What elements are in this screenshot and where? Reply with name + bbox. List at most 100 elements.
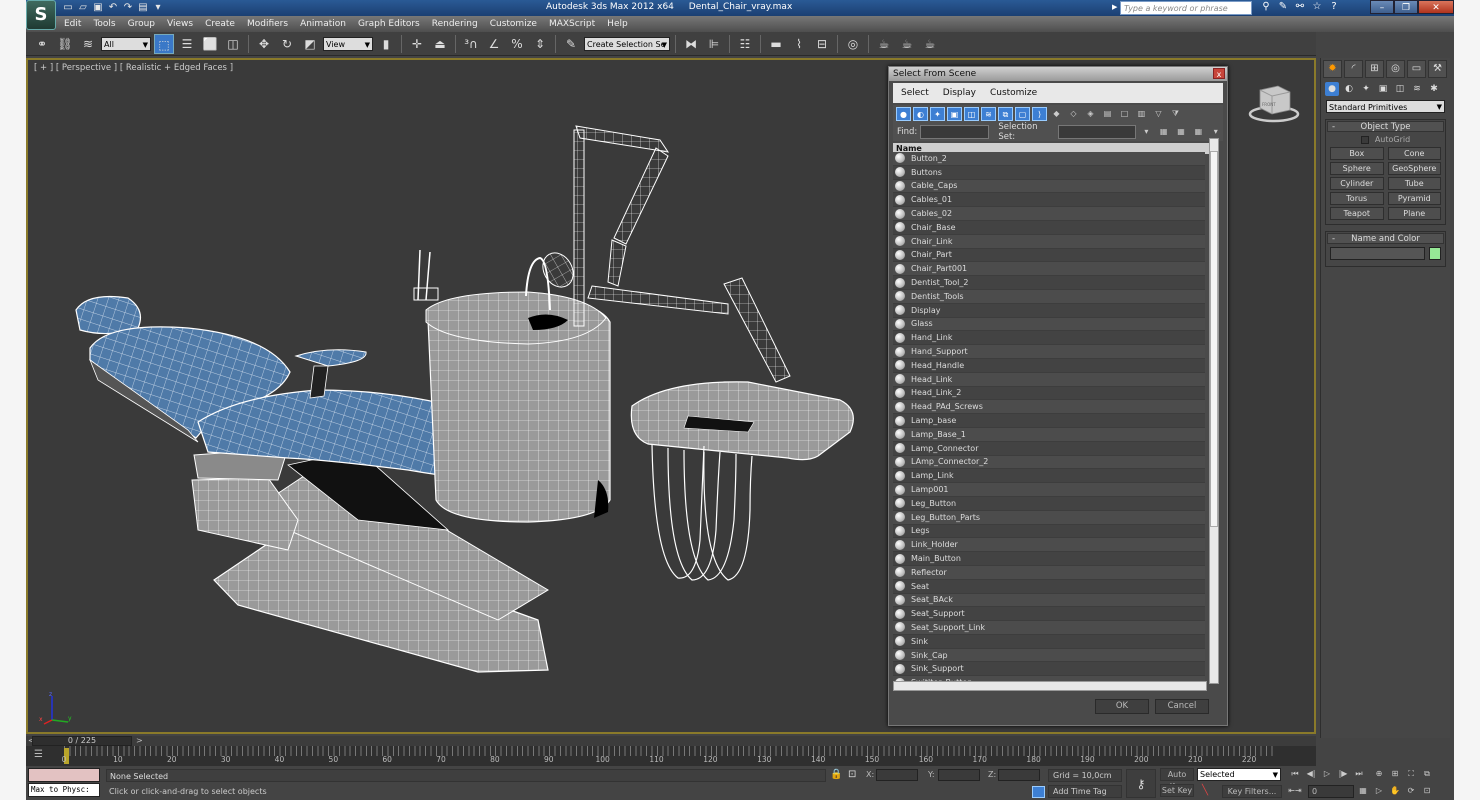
object-list-row[interactable]: Chair_Part <box>893 248 1205 263</box>
add-time-tag-button[interactable]: Add Time Tag <box>1048 785 1122 798</box>
link-icon[interactable]: ⚭ <box>32 34 52 54</box>
key-mode-dropdown[interactable]: Selected <box>1197 768 1281 781</box>
menu-tools[interactable]: Tools <box>93 19 115 29</box>
x-coordinate-field[interactable] <box>876 769 918 781</box>
app-menu-button[interactable]: S <box>26 0 56 30</box>
object-list-row[interactable]: Seat_Support_Link <box>893 621 1205 635</box>
object-list-row[interactable]: Cables_01 <box>893 193 1205 208</box>
geometry-icon[interactable]: ● <box>1325 82 1339 96</box>
object-list-row[interactable]: Dentist_Tools <box>893 289 1205 304</box>
hierarchy-tab-icon[interactable]: ⊞ <box>1365 60 1384 78</box>
object-list-row[interactable]: Legs <box>893 524 1205 539</box>
spacewarps-icon[interactable]: ≋ <box>1410 82 1424 96</box>
groups-filter-icon[interactable]: ⧉ <box>998 107 1013 121</box>
dialog-menu-customize[interactable]: Customize <box>990 88 1037 98</box>
redo-icon[interactable]: ↷ <box>122 2 134 14</box>
object-list-row[interactable]: Lamp001 <box>893 483 1205 497</box>
object-list-row[interactable]: Sink <box>893 634 1205 649</box>
object-list-row[interactable]: Cables_02 <box>893 207 1205 221</box>
search-expand-icon[interactable]: ▶ <box>1112 3 1118 13</box>
close-button[interactable]: ✕ <box>1418 0 1454 14</box>
dialog-close-button[interactable]: x <box>1213 68 1225 79</box>
zoom-extents-icon[interactable]: ⛶ <box>1404 769 1418 779</box>
autogrid-checkbox[interactable] <box>1360 135 1369 144</box>
menu-views[interactable]: Views <box>167 19 193 29</box>
rectangular-selection-icon[interactable]: ⬜ <box>200 34 220 54</box>
zoom-icon[interactable]: ⊕ <box>1372 769 1386 778</box>
infocenter-search-input[interactable]: Type a keyword or phrase <box>1120 1 1252 15</box>
bones-filter-icon[interactable]: ⟩ <box>1032 107 1047 121</box>
rotate-icon[interactable]: ↻ <box>277 34 297 54</box>
object-list-row[interactable]: Reflector <box>893 565 1205 580</box>
helpers-icon[interactable]: ◫ <box>1393 82 1407 96</box>
edit-named-selection-icon[interactable]: ✎ <box>561 34 581 54</box>
next-key-icon[interactable]: |▶ <box>1336 769 1350 778</box>
percent-snap-icon[interactable]: % <box>507 34 527 54</box>
menu-rendering[interactable]: Rendering <box>432 19 478 29</box>
move-icon[interactable]: ✥ <box>254 34 274 54</box>
rendered-frame-window-icon[interactable]: ☕ <box>897 34 917 54</box>
helpers-filter-icon[interactable]: ◫ <box>964 107 979 121</box>
pyramid-button[interactable]: Pyramid <box>1387 192 1441 205</box>
utilities-tab-icon[interactable]: ⚒ <box>1428 60 1447 78</box>
find-input[interactable] <box>920 125 990 139</box>
menu-customize[interactable]: Customize <box>490 19 537 29</box>
satellite-icon[interactable]: ⚯ <box>1294 1 1306 12</box>
ok-button[interactable]: OK <box>1095 699 1149 714</box>
object-list-row[interactable]: Hand_Link <box>893 331 1205 346</box>
named-selection-dropdown[interactable]: Create Selection Se <box>584 36 670 52</box>
window-crossing-icon[interactable]: ◫ <box>223 34 243 54</box>
help-icon[interactable]: ? <box>1328 1 1340 12</box>
object-color-swatch[interactable] <box>1429 247 1441 260</box>
zoom-extents-all-icon[interactable]: ⧉ <box>1420 769 1434 779</box>
selection-set-dropdown-arrow-icon[interactable]: ▾ <box>1139 125 1153 139</box>
select-object-icon[interactable]: ⬚ <box>154 33 174 54</box>
select-invert-icon[interactable]: ▥ <box>1134 107 1149 121</box>
object-list-row[interactable]: Sink_Support <box>893 662 1205 677</box>
lights-icon[interactable]: ✦ <box>1359 82 1373 96</box>
time-slider-handle[interactable]: 0 / 225 <box>32 736 132 746</box>
object-list-row[interactable]: Link_Holder <box>893 538 1205 553</box>
object-list-row[interactable]: Sink_Cap <box>893 648 1205 663</box>
go-to-end-icon[interactable]: ⏭ <box>1352 769 1366 779</box>
play-icon[interactable]: ▷ <box>1320 769 1334 778</box>
geometry-filter-icon[interactable]: ● <box>896 107 911 121</box>
tube-button[interactable]: Tube <box>1387 177 1441 190</box>
select-by-name-icon[interactable]: ☰ <box>177 34 197 54</box>
angle-snap-icon[interactable]: ∠ <box>484 34 504 54</box>
dialog-title-bar[interactable]: Select From Scene x <box>889 67 1227 81</box>
pan-icon[interactable]: ✋ <box>1388 786 1402 795</box>
set-key-button[interactable]: Set Key <box>1160 784 1194 797</box>
menu-create[interactable]: Create <box>205 19 235 29</box>
menu-group[interactable]: Group <box>128 19 155 29</box>
object-list-row[interactable]: Lamp_Connector <box>893 441 1205 456</box>
orbit-icon[interactable]: ⟳ <box>1404 786 1418 795</box>
create-tab-icon[interactable]: ✹ <box>1323 60 1342 78</box>
xrefs-filter-icon[interactable]: ▢ <box>1015 107 1030 121</box>
object-list-row[interactable]: Leg_Button_Parts <box>893 510 1205 525</box>
restore-button[interactable]: ❐ <box>1394 0 1418 14</box>
select-all-icon[interactable]: ▤ <box>1100 107 1115 121</box>
binoculars-icon[interactable]: ⚲ <box>1260 1 1272 12</box>
object-list-row[interactable]: Lamp_base <box>893 414 1205 428</box>
scale-icon[interactable]: ◩ <box>300 34 320 54</box>
material-editor-icon[interactable]: ◎ <box>843 34 863 54</box>
key-filters-button[interactable]: Key Filters... <box>1222 785 1282 798</box>
object-list-row[interactable]: Leg_Button <box>893 496 1205 511</box>
keyboard-shortcut-override-icon[interactable]: ⏏ <box>430 34 450 54</box>
scene-explorer-icon[interactable]: ▬ <box>766 34 786 54</box>
object-list-row[interactable]: Head_Handle <box>893 358 1205 373</box>
list-vertical-scrollbar[interactable] <box>1209 138 1219 684</box>
spacewarps-filter-icon[interactable]: ≋ <box>981 107 996 121</box>
spinner-snap-icon[interactable]: ⇕ <box>530 34 550 54</box>
render-setup-icon[interactable]: ☕ <box>874 34 894 54</box>
layer-manager-icon[interactable]: ☷ <box>735 34 755 54</box>
menu-modifiers[interactable]: Modifiers <box>247 19 288 29</box>
toolbar-options-icon[interactable]: ▾ <box>1209 125 1223 139</box>
absolute-mode-icon[interactable]: ⊡ <box>848 769 856 780</box>
z-coordinate-field[interactable] <box>998 769 1040 781</box>
zoom-all-icon[interactable]: ⊞ <box>1388 769 1402 778</box>
object-list-row[interactable]: Chair_Link <box>893 234 1205 249</box>
object-list-row[interactable]: Cable_Caps <box>893 179 1205 194</box>
display-none-icon[interactable]: ◇ <box>1066 107 1081 121</box>
